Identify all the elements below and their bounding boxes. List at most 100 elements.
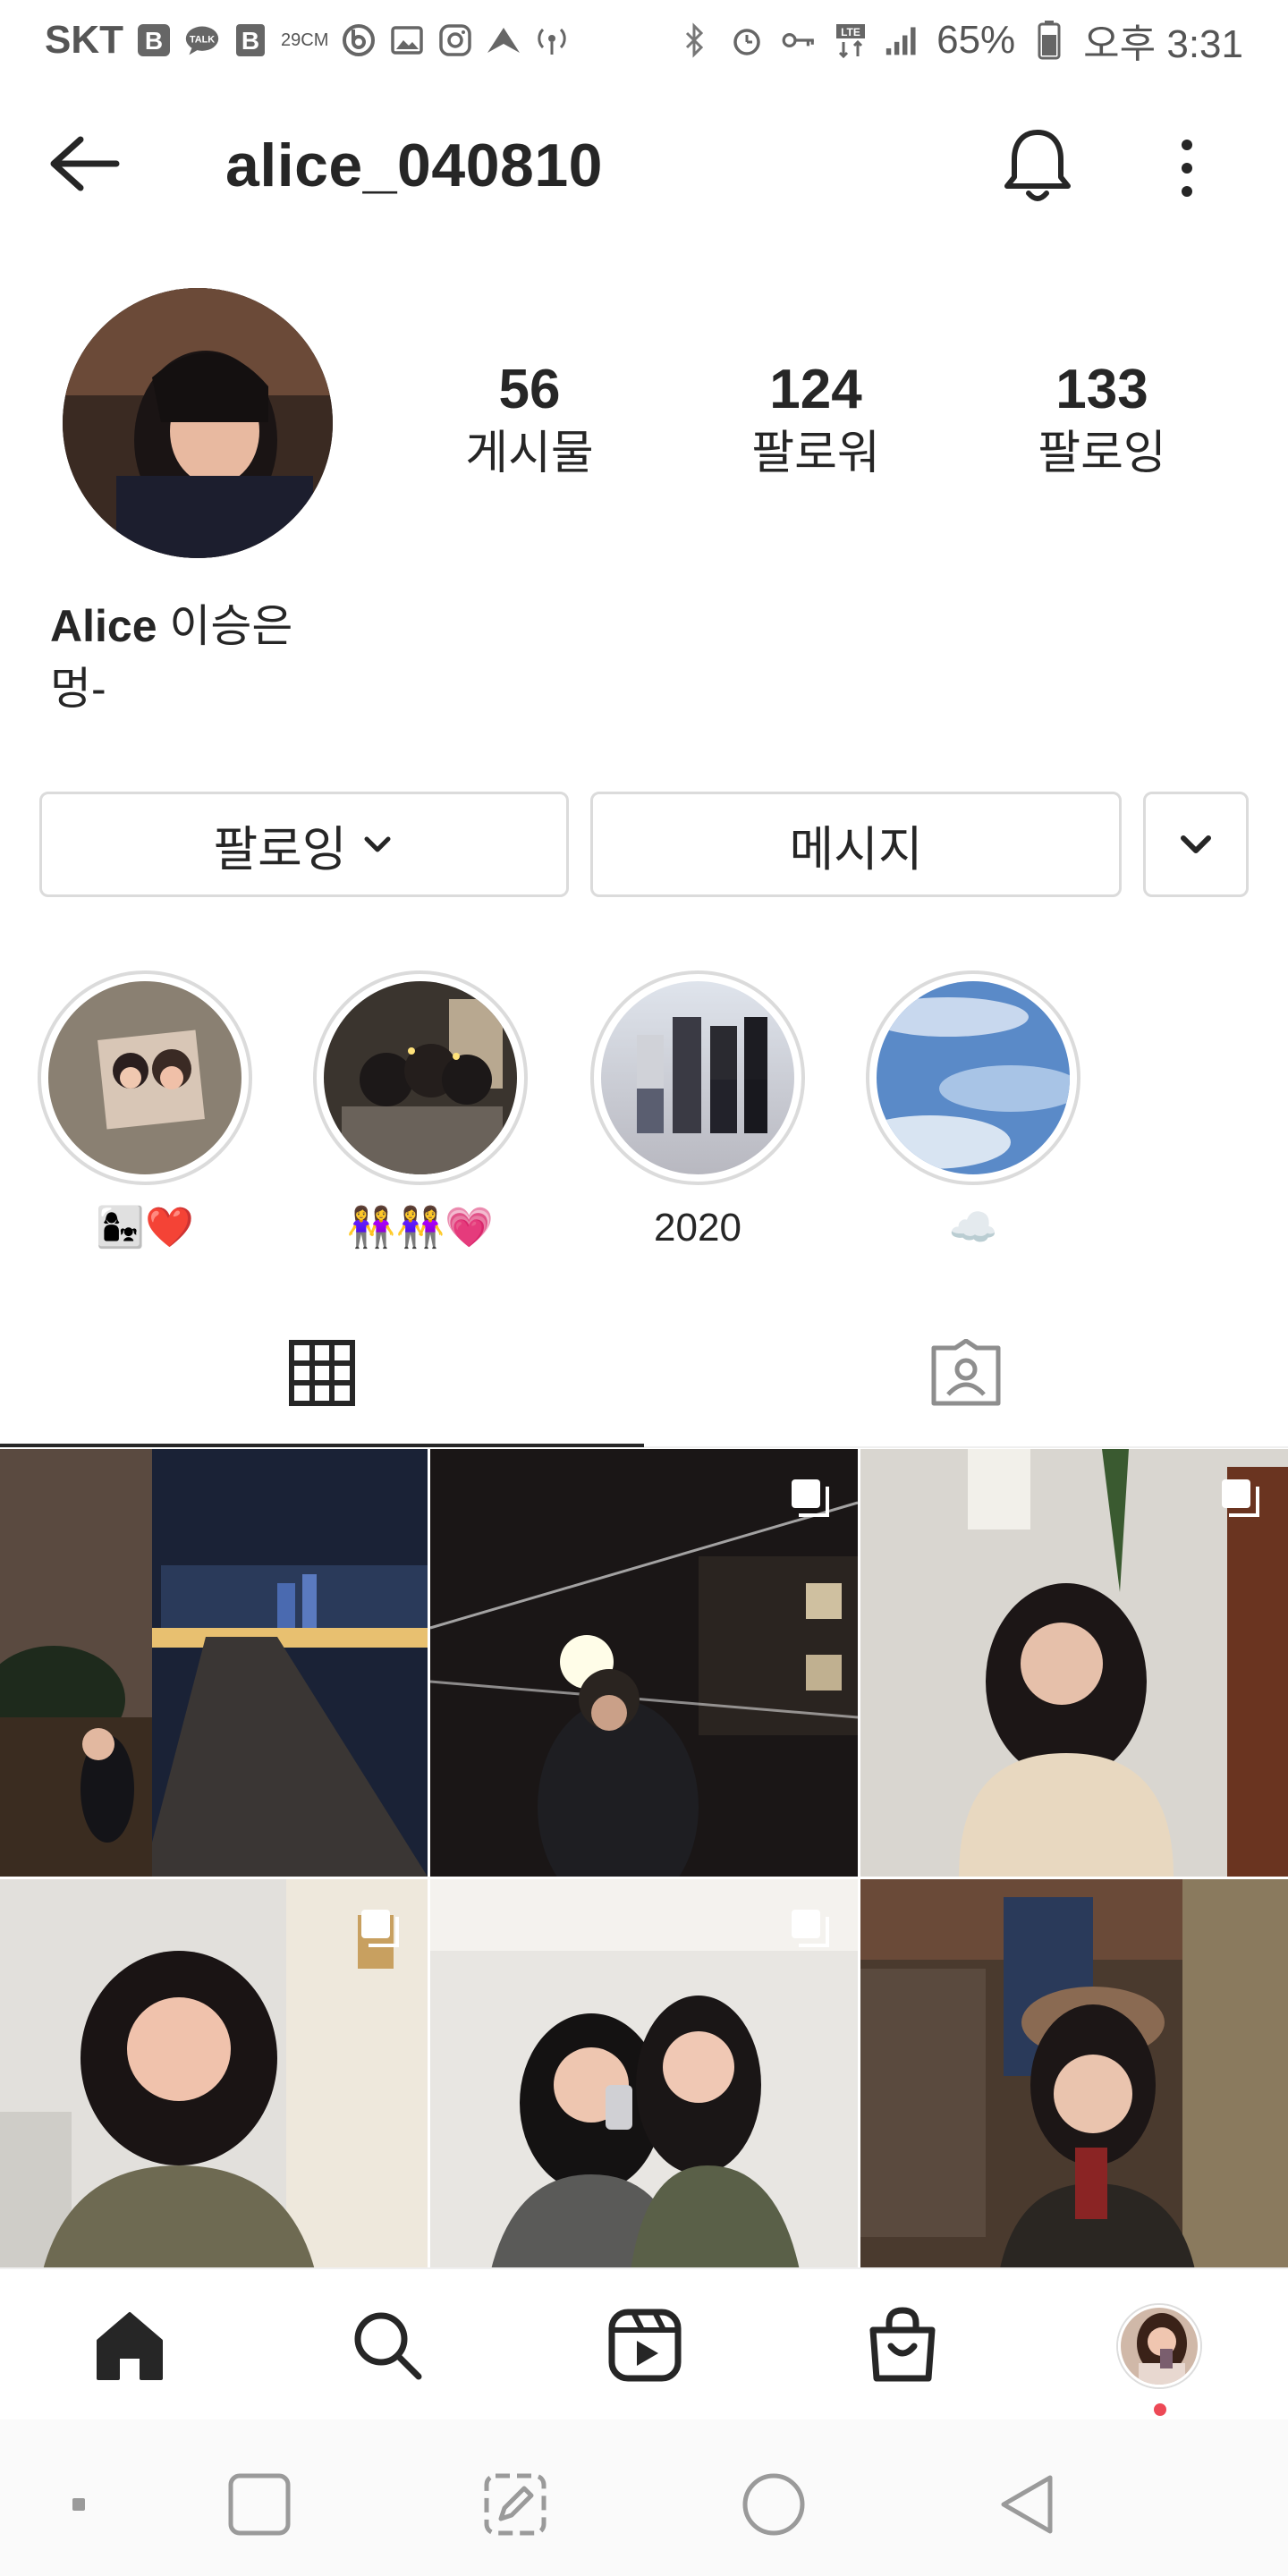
post-thumbnail[interactable] xyxy=(0,1879,428,2307)
multiple-posts-icon xyxy=(792,1479,829,1517)
active-tab-indicator xyxy=(0,1444,644,1447)
shop-icon xyxy=(869,2307,936,2382)
highlight-ring xyxy=(590,970,805,1185)
status-bar: SKT B TALK B 29CM LTE 65% 오후 3:31 xyxy=(0,0,1288,80)
grid-icon xyxy=(289,1340,355,1406)
gallery-icon xyxy=(389,22,425,58)
avatar-photo xyxy=(63,288,333,558)
system-navigation-bar xyxy=(0,2419,1288,2576)
following-button-label: 팔로잉 xyxy=(213,822,347,877)
post-thumbnail[interactable] xyxy=(430,1879,858,2307)
post-thumbnail[interactable] xyxy=(860,1879,1288,2307)
highlight-item[interactable]: 2020 xyxy=(590,970,805,1255)
multiple-posts-icon xyxy=(1222,1479,1259,1517)
tagged-icon xyxy=(931,1339,1001,1406)
multiple-posts-icon xyxy=(792,1910,829,1947)
followers-count: 124 xyxy=(769,359,862,420)
highlight-item[interactable]: 👩‍👧❤️ xyxy=(38,970,252,1255)
following-stat[interactable]: 133 팔로잉 xyxy=(986,358,1218,485)
back-triangle-icon xyxy=(1001,2475,1053,2534)
highlight-ring xyxy=(38,970,252,1185)
post-thumbnail[interactable] xyxy=(0,1449,428,1877)
system-edit-button[interactable] xyxy=(479,2469,551,2540)
b-app-icon-2: B xyxy=(233,22,268,58)
svg-text:B: B xyxy=(242,27,259,55)
message-button-label: 메시지 xyxy=(789,822,923,877)
chevron-down-icon xyxy=(364,836,391,852)
chevron-down-icon xyxy=(1181,835,1211,853)
b-circle-icon xyxy=(341,22,377,58)
recents-icon xyxy=(228,2473,291,2536)
nav-profile-avatar[interactable] xyxy=(1118,2305,1200,2387)
more-options-button[interactable] xyxy=(1167,132,1207,204)
highlight-label: ☁️ xyxy=(948,1206,998,1250)
system-home-button[interactable] xyxy=(738,2469,809,2540)
highlight-ring xyxy=(866,970,1080,1185)
tab-tagged[interactable] xyxy=(644,1301,1288,1445)
highlight-item[interactable]: ☁️ xyxy=(866,970,1080,1255)
nav-shop[interactable] xyxy=(862,2305,943,2385)
tab-posts-grid[interactable] xyxy=(0,1301,644,1445)
system-recents-button[interactable] xyxy=(224,2469,295,2540)
signal-icon xyxy=(885,22,920,58)
highlight-cover xyxy=(324,981,517,1174)
profile-avatar[interactable] xyxy=(63,288,333,558)
nav-reels[interactable] xyxy=(605,2305,685,2385)
edit-icon xyxy=(484,2473,547,2536)
display-name-en: Alice xyxy=(50,601,157,651)
bottom-navigation xyxy=(0,2267,1288,2419)
search-icon xyxy=(354,2312,422,2380)
followers-stat[interactable]: 124 팔로워 xyxy=(699,358,932,485)
post-thumbnail[interactable] xyxy=(430,1449,858,1877)
highlight-label: 2020 xyxy=(654,1206,741,1250)
system-back-button[interactable] xyxy=(993,2469,1064,2540)
alarm-icon xyxy=(729,22,765,58)
highlight-cover xyxy=(877,981,1070,1174)
highlight-label: 👩‍👧❤️ xyxy=(96,1206,194,1250)
highlight-cover xyxy=(48,981,242,1174)
posts-label: 게시물 xyxy=(465,428,594,479)
home-icon xyxy=(97,2312,163,2380)
battery-icon xyxy=(1031,21,1067,60)
clock: 오후 3:31 xyxy=(1083,22,1243,66)
followers-label: 팔로워 xyxy=(751,428,880,479)
lte-icon: LTE xyxy=(833,22,869,58)
bell-icon xyxy=(1004,130,1071,201)
status-right: LTE 65% 오후 3:31 xyxy=(677,12,1243,69)
hotspot-icon xyxy=(534,22,570,58)
arrow-left-icon xyxy=(50,136,120,191)
bio-text: 멍- xyxy=(50,664,106,714)
home-circle-icon xyxy=(742,2473,805,2536)
b-app-icon: B xyxy=(136,22,172,58)
dot-icon xyxy=(72,2498,85,2511)
highlight-ring xyxy=(313,970,528,1185)
highlight-item[interactable]: 👭👭💗 xyxy=(313,970,528,1255)
profile-header: alice_040810 xyxy=(0,98,1288,233)
notifications-button[interactable] xyxy=(1002,125,1073,206)
multiple-posts-icon xyxy=(361,1910,399,1947)
reels-icon xyxy=(608,2309,682,2382)
posts-stat[interactable]: 56 게시물 xyxy=(413,358,646,485)
page-title: alice_040810 xyxy=(225,131,603,199)
back-button[interactable] xyxy=(45,132,125,195)
nav-search[interactable] xyxy=(347,2305,428,2385)
posts-count: 56 xyxy=(498,359,561,420)
following-label: 팔로잉 xyxy=(1038,428,1166,479)
temp-label: 29CM xyxy=(281,30,329,50)
svg-text:LTE: LTE xyxy=(841,26,860,38)
status-left: SKT B TALK B 29CM xyxy=(45,18,570,63)
highlight-label: 👭👭💗 xyxy=(346,1206,495,1250)
post-thumbnail[interactable] xyxy=(860,1449,1288,1877)
notification-dot xyxy=(1154,2403,1166,2416)
following-button[interactable]: 팔로잉 xyxy=(39,792,569,897)
more-vertical-icon xyxy=(1182,140,1192,197)
message-button[interactable]: 메시지 xyxy=(590,792,1122,897)
highlight-cover xyxy=(601,981,794,1174)
nav-home[interactable] xyxy=(89,2305,170,2385)
key-icon xyxy=(781,22,817,58)
system-small-square[interactable] xyxy=(43,2469,114,2540)
svg-text:B: B xyxy=(145,27,163,55)
battery-percent: 65% xyxy=(936,18,1016,62)
display-name: Alice 이승은 xyxy=(50,590,292,655)
suggested-toggle-button[interactable] xyxy=(1143,792,1249,897)
